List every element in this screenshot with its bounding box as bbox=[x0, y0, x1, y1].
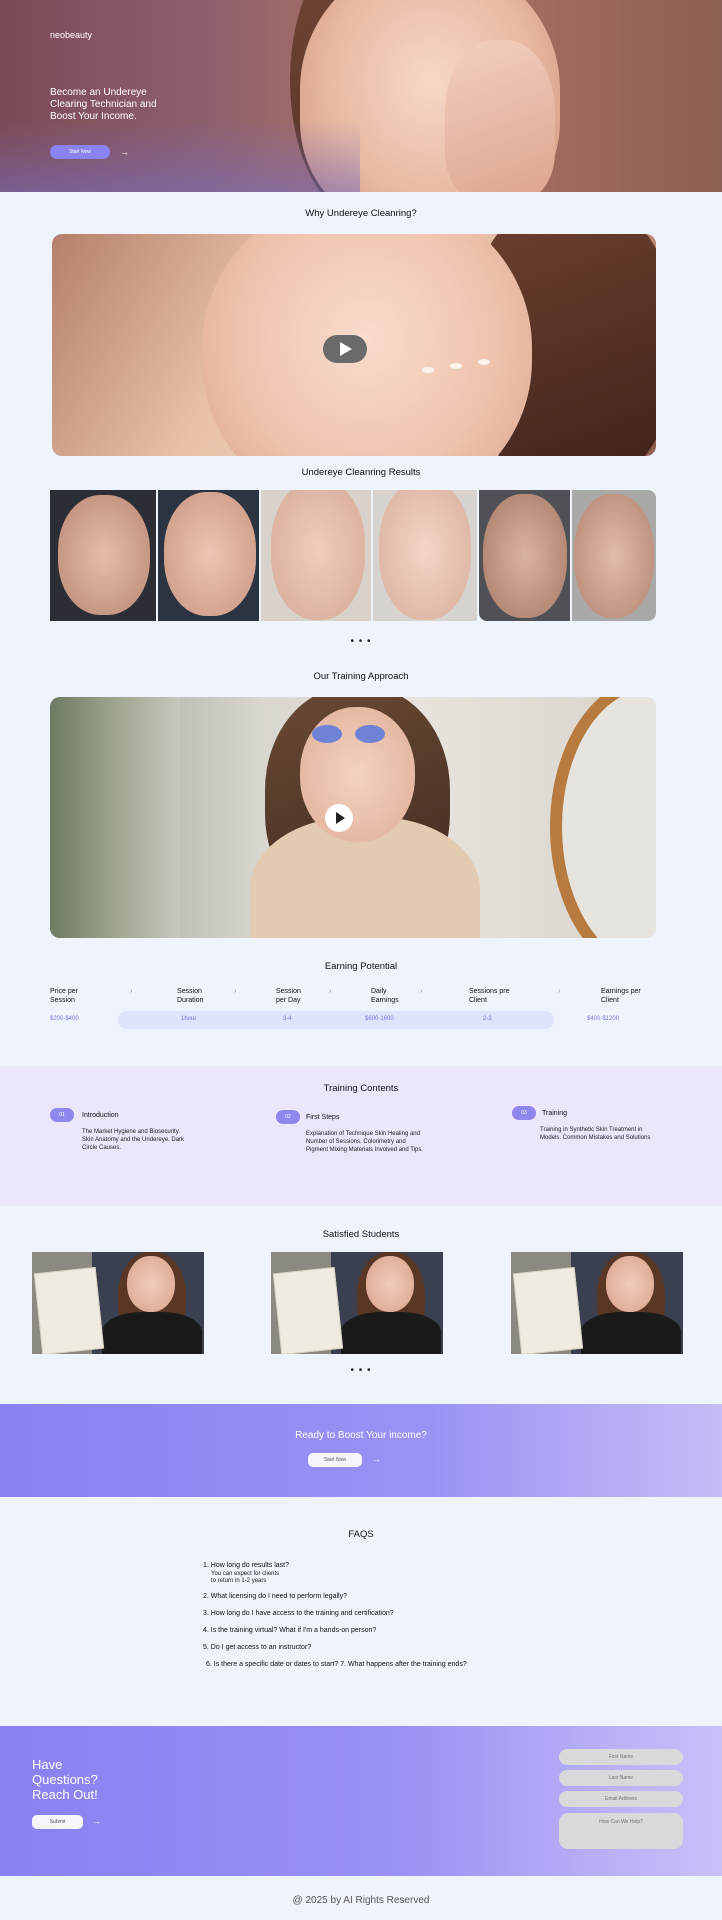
footer-copyright: @ 2025 by AI Rights Reserved bbox=[292, 1895, 430, 1906]
contact-title-text: Have Questions? Reach Out! bbox=[32, 1757, 98, 1802]
faq-question[interactable]: 5. Do I get access to an instructor? bbox=[203, 1643, 311, 1652]
email-field[interactable] bbox=[559, 1791, 683, 1807]
faq-question[interactable]: 3. How long do I have access to the trai… bbox=[203, 1609, 394, 1618]
faq-title: FAQS bbox=[348, 1529, 374, 1540]
student-photo[interactable] bbox=[271, 1252, 443, 1354]
earning-value: $200-$400 bbox=[50, 1016, 79, 1022]
undereye-patch-right bbox=[355, 725, 385, 743]
earning-value: $600-1600 bbox=[365, 1016, 394, 1022]
hero-arrow-icon[interactable]: → bbox=[120, 147, 129, 157]
chevron-right-icon: › bbox=[130, 988, 133, 995]
result-image[interactable] bbox=[478, 490, 571, 621]
hero-image-hand bbox=[445, 40, 555, 192]
chevron-right-icon: › bbox=[420, 988, 423, 995]
earning-header: Daily Earnings bbox=[371, 988, 399, 1004]
why-video[interactable] bbox=[52, 234, 656, 456]
result-image[interactable] bbox=[261, 490, 371, 621]
earning-header: Session Duration bbox=[177, 988, 204, 1004]
step-description: Training in Synthetic Skin Treatment in … bbox=[540, 1127, 651, 1141]
cta-start-button[interactable]: Start Now bbox=[308, 1453, 362, 1467]
play-button-icon[interactable] bbox=[323, 335, 367, 363]
students-carousel-dots[interactable]: • • • bbox=[0, 1365, 722, 1376]
cream-dots bbox=[422, 359, 492, 373]
earning-value: 3-4 bbox=[283, 1016, 292, 1022]
why-section-title: Why Undereye Cleanring? bbox=[305, 208, 417, 219]
step-title: Training bbox=[542, 1110, 568, 1117]
message-field[interactable] bbox=[559, 1813, 683, 1849]
step-badge: 02 bbox=[276, 1110, 300, 1124]
step-badge: 03 bbox=[512, 1106, 536, 1120]
hero-title: Become an Undereye Clearing Technician a… bbox=[50, 87, 157, 122]
earning-header: Earnings per Client bbox=[601, 988, 641, 1004]
contact-title: Have Questions? Reach Out! bbox=[32, 1757, 112, 1802]
step-badge: 01 bbox=[50, 1108, 74, 1122]
result-image[interactable] bbox=[572, 490, 656, 621]
last-name-field[interactable] bbox=[559, 1770, 683, 1786]
students-section-title: Satisfied Students bbox=[322, 1229, 400, 1240]
earning-header: Session per Day bbox=[276, 988, 301, 1004]
faq-question[interactable]: 4. Is the training virtual? What if I'm … bbox=[203, 1626, 376, 1635]
brand-logo[interactable]: neobeauty bbox=[50, 30, 92, 40]
hero-start-button[interactable]: Start Now bbox=[50, 145, 110, 159]
play-button-icon[interactable] bbox=[325, 804, 353, 832]
earning-header: Sessions pre Client bbox=[469, 988, 510, 1004]
cta-banner bbox=[0, 1404, 722, 1497]
step-title: Introduction bbox=[82, 1112, 119, 1119]
earning-value: 1hour bbox=[181, 1016, 197, 1022]
undereye-patch-left bbox=[312, 725, 342, 743]
faq-question[interactable]: 2. What licensing do I need to perform l… bbox=[203, 1592, 347, 1601]
approach-section-title: Our Training Approach bbox=[313, 671, 409, 682]
result-image[interactable] bbox=[372, 490, 477, 621]
earning-header: Price per Session bbox=[50, 988, 79, 1004]
step-title: First Steps bbox=[306, 1114, 340, 1121]
contact-arrow-icon[interactable]: → bbox=[92, 1816, 101, 1826]
faq-answer: You can expect for clients to return in … bbox=[211, 1571, 280, 1584]
faq-question[interactable]: 1. How long do results last? bbox=[203, 1561, 289, 1570]
step-description: The Market Hygiene and Biosecurity. Skin… bbox=[82, 1129, 185, 1151]
earning-value: $400-$1200 bbox=[587, 1016, 620, 1022]
step-description: Explanation of Technique Skin Healing an… bbox=[306, 1131, 424, 1153]
training-section-title: Training Contents bbox=[323, 1083, 399, 1094]
chevron-right-icon: › bbox=[329, 988, 332, 995]
cta-arrow-icon[interactable]: → bbox=[372, 1454, 381, 1464]
results-section-title: Undereye Cleanring Results bbox=[301, 467, 421, 478]
results-gallery bbox=[50, 490, 656, 621]
earning-section-title: Earning Potential bbox=[324, 961, 398, 972]
contact-submit-button[interactable]: Submit bbox=[32, 1815, 83, 1829]
student-photo[interactable] bbox=[32, 1252, 204, 1354]
cta-title: Ready to Boost Your income? bbox=[295, 1430, 427, 1441]
mirror-frame bbox=[550, 697, 656, 938]
faq-question[interactable]: 6. Is there a specific date or dates to … bbox=[206, 1660, 467, 1669]
first-name-field[interactable] bbox=[559, 1749, 683, 1765]
results-carousel-dots[interactable]: • • • bbox=[0, 636, 722, 647]
result-image[interactable] bbox=[50, 490, 156, 621]
video-thumbnail-face bbox=[202, 234, 532, 456]
video-background bbox=[50, 697, 180, 938]
chevron-right-icon: › bbox=[558, 988, 561, 995]
chevron-right-icon: › bbox=[234, 988, 237, 995]
earning-value: 2-3 bbox=[483, 1016, 492, 1022]
approach-video[interactable] bbox=[50, 697, 656, 938]
student-photo[interactable] bbox=[511, 1252, 683, 1354]
result-image[interactable] bbox=[157, 490, 260, 621]
